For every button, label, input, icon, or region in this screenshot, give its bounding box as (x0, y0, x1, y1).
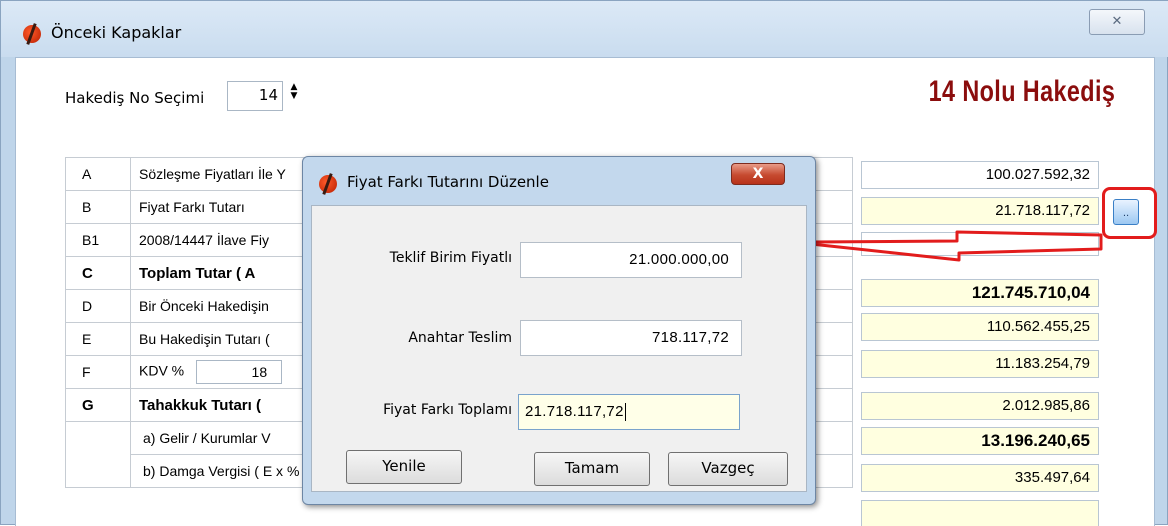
dialog-close-button[interactable]: X (731, 163, 785, 185)
annotation-arrow-icon (809, 230, 1103, 262)
row-code: F (65, 355, 131, 389)
cancel-button[interactable]: Vazgeç (668, 452, 788, 486)
hakedis-spinner[interactable]: ▲ ▼ (287, 83, 301, 101)
close-icon: X (752, 166, 764, 182)
fiyat-farki-toplami-input[interactable]: 21.718.117,72 (518, 394, 740, 430)
row-code (65, 454, 131, 488)
close-button[interactable]: ✕ (1089, 9, 1145, 35)
value-b-tax[interactable] (861, 500, 1099, 526)
value-f[interactable]: 2.012.985,86 (861, 392, 1099, 420)
value-b[interactable]: 21.718.117,72 (861, 197, 1099, 225)
row-code (65, 421, 131, 455)
row-code: A (65, 157, 131, 191)
row-code: B1 (65, 223, 131, 257)
value-g[interactable]: 13.196.240,65 (861, 427, 1099, 455)
anahtar-teslim-input[interactable]: 718.117,72 (520, 320, 742, 356)
value-e[interactable]: 11.183.254,79 (861, 350, 1099, 378)
row-code: C (65, 256, 131, 290)
refresh-button[interactable]: Yenile (346, 450, 462, 484)
ok-button[interactable]: Tamam (534, 452, 650, 486)
text-caret (624, 403, 626, 422)
value-c[interactable]: 121.745.710,04 (861, 279, 1099, 307)
highlight-box (1102, 187, 1157, 239)
edit-price-difference-dialog: Fiyat Farkı Tutarını Düzenle X Teklif Bi… (302, 156, 816, 505)
hakedis-label: Hakediş No Seçimi (65, 89, 205, 107)
field-label: Anahtar Teslim (408, 330, 512, 346)
row-code: G (65, 388, 131, 422)
close-icon: ✕ (1111, 14, 1123, 29)
field-label: Teklif Birim Fiyatlı (389, 250, 512, 266)
value-d[interactable]: 110.562.455,25 (861, 313, 1099, 341)
window-title: Önceki Kapaklar (51, 23, 182, 42)
row-code: B (65, 190, 131, 224)
value-a-tax[interactable]: 335.497,64 (861, 464, 1099, 492)
kdv-label: KDV % (139, 362, 185, 379)
value-a[interactable]: 100.027.592,32 (861, 161, 1099, 189)
field-label: Fiyat Farkı Toplamı (383, 402, 512, 418)
field-value: 21.718.117,72 (525, 403, 624, 420)
spin-down-icon[interactable]: ▼ (287, 92, 301, 101)
dialog-title: Fiyat Farkı Tutarını Düzenle (347, 173, 549, 191)
row-code: D (65, 289, 131, 323)
kdv-rate-input[interactable]: 18 (196, 360, 283, 384)
page-heading: 14 Nolu Hakediş (928, 75, 1115, 108)
row-code: E (65, 322, 131, 356)
teklif-birim-fiyat-input[interactable]: 21.000.000,00 (520, 242, 742, 278)
dialog-content: Teklif Birim Fiyatlı 21.000.000,00 Anaht… (311, 205, 807, 492)
app-logo-icon (23, 25, 41, 43)
dialog-logo-icon (319, 175, 337, 193)
hakedis-number-input[interactable]: 14 (227, 81, 283, 111)
